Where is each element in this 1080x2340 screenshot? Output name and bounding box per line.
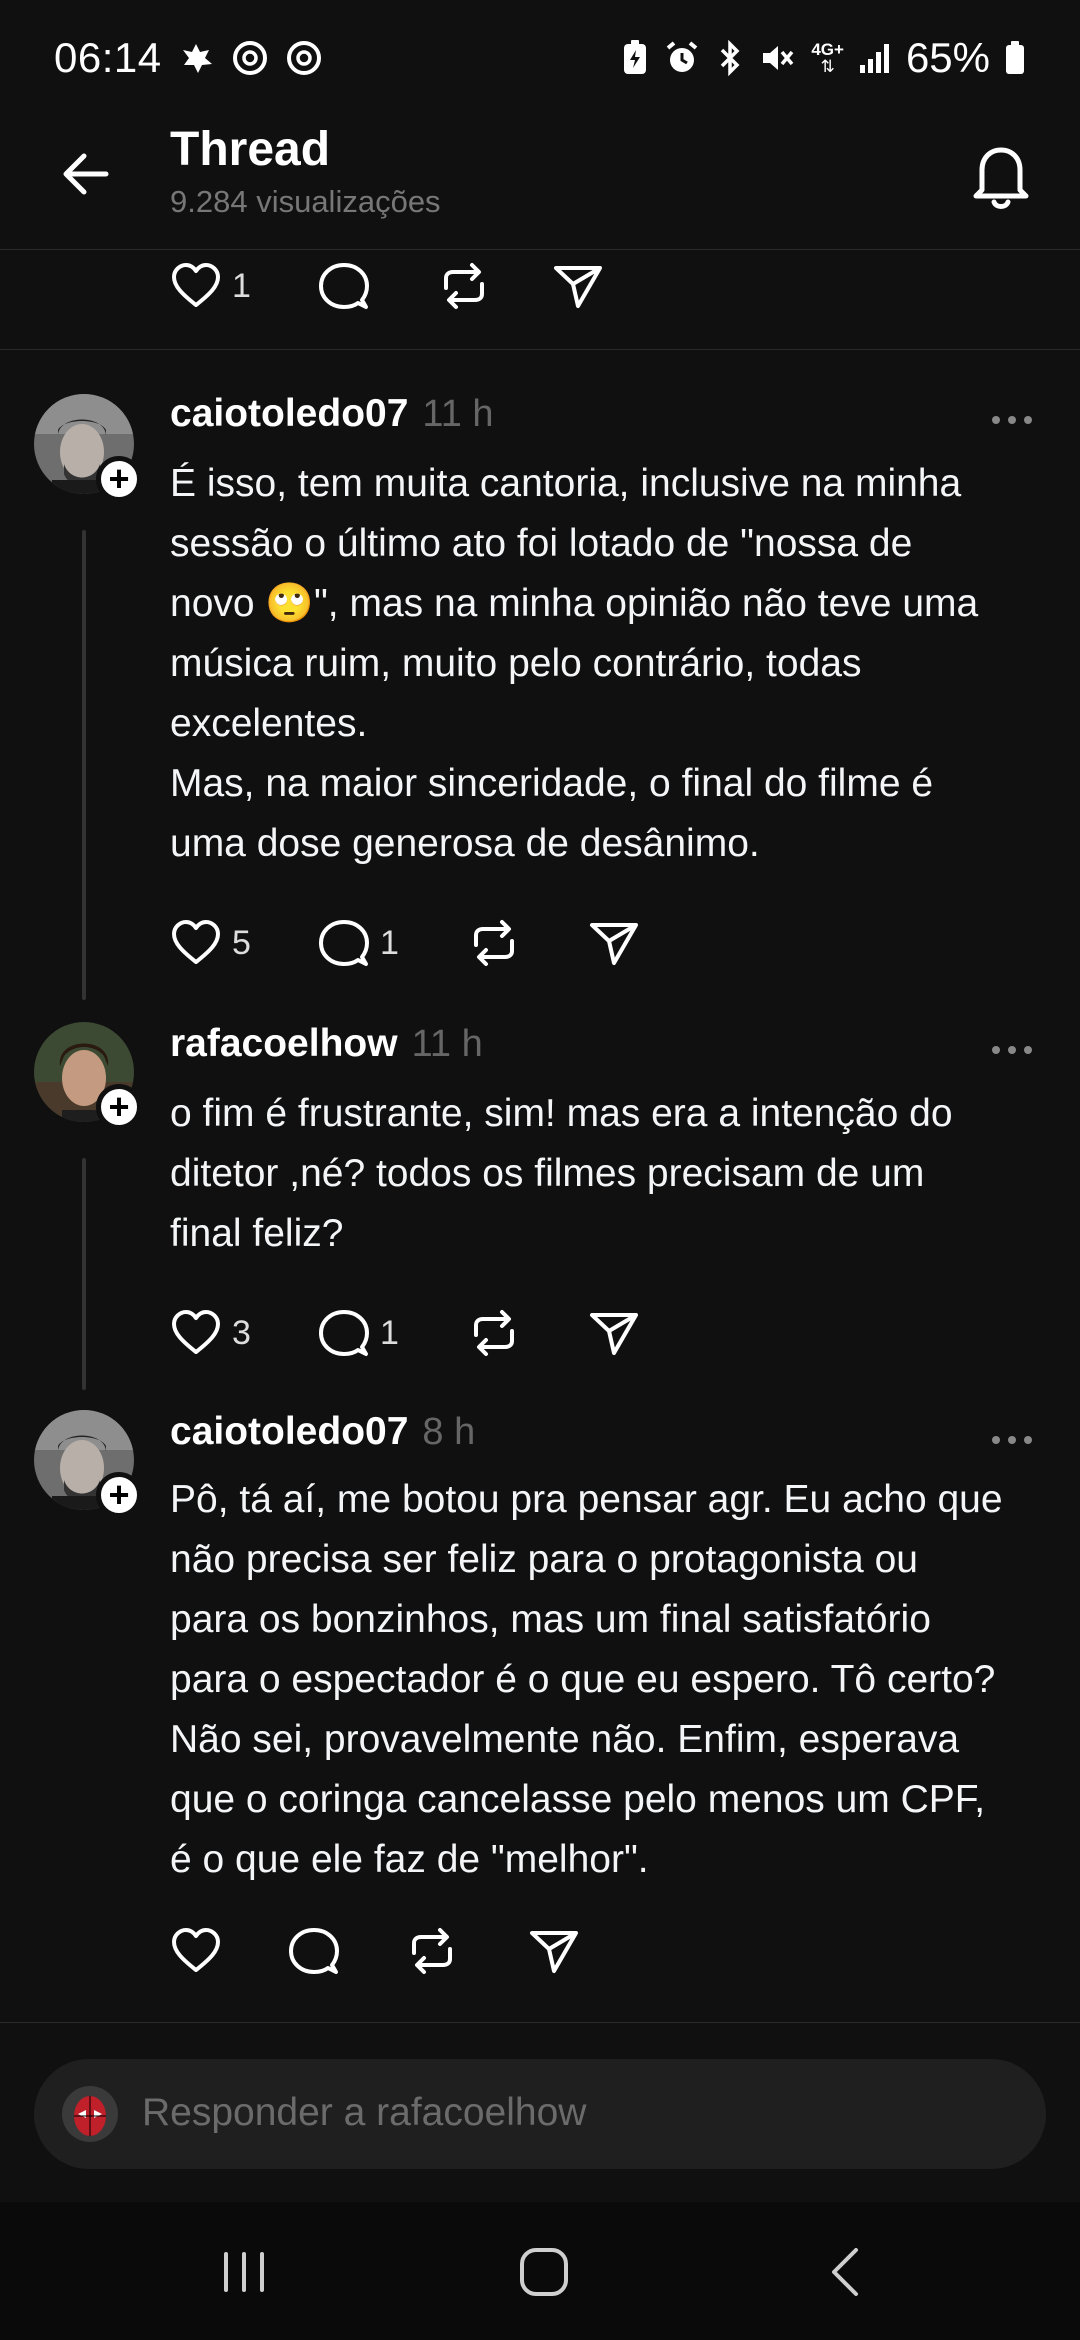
comment-button[interactable] — [288, 1921, 340, 1981]
recent-apps-icon[interactable] — [214, 2242, 274, 2302]
avatar-image — [62, 2086, 118, 2142]
network-type: 4G+ — [811, 40, 844, 59]
send-icon — [590, 1313, 638, 1355]
comment-button[interactable] — [318, 256, 370, 316]
repost-button[interactable] — [468, 1303, 520, 1363]
thread-header: Thread 9.284 visualizações — [0, 116, 1080, 250]
reply-bar: Responder a rafacoelhow — [0, 2022, 1080, 2202]
comment-bubble-icon — [319, 920, 369, 966]
comment-bubble-icon — [319, 263, 369, 309]
share-button[interactable] — [552, 256, 604, 316]
post-text: É isso, tem muita cantoria, inclusive na… — [170, 462, 979, 865]
page-title: Thread — [170, 123, 331, 176]
repost-button[interactable] — [438, 256, 490, 316]
like-button[interactable] — [170, 1921, 222, 1981]
post-text: Pô, tá aí, me botou pra pensar agr. Eu a… — [170, 1478, 1003, 1881]
repost-icon — [474, 920, 514, 966]
follow-plus-icon[interactable]: + — [96, 456, 142, 502]
like-button[interactable]: 3 — [170, 1303, 251, 1363]
more-dots-icon[interactable] — [990, 414, 1034, 426]
status-time: 06:14 — [54, 34, 162, 81]
bluetooth-icon — [721, 39, 740, 77]
thread-line — [82, 1158, 86, 1390]
repost-icon — [474, 1310, 514, 1356]
heart-icon — [172, 1310, 220, 1354]
more-dots-icon[interactable] — [990, 1044, 1034, 1056]
heart-icon — [172, 920, 220, 964]
repost-button[interactable] — [406, 1921, 458, 1981]
repost-icon — [444, 263, 484, 309]
avatar — [62, 2086, 118, 2142]
send-icon — [554, 266, 602, 308]
heart-icon — [172, 263, 220, 307]
views-count: 9.284 visualizações — [170, 184, 441, 219]
thread-line — [82, 530, 86, 1000]
share-button[interactable] — [588, 1303, 640, 1363]
share-button[interactable] — [588, 913, 640, 973]
send-icon — [530, 1931, 578, 1973]
weather-icon — [182, 44, 212, 73]
send-icon — [590, 923, 638, 965]
system-nav-bar — [0, 2202, 1080, 2340]
battery-percentage: 65% — [905, 34, 990, 81]
like-count: 5 — [232, 923, 251, 962]
username[interactable]: caiotoledo07 — [170, 1410, 408, 1454]
comment-bubble-icon — [289, 1928, 339, 1974]
mute-icon — [763, 46, 794, 70]
username[interactable]: caiotoledo07 — [170, 392, 408, 436]
post-time: 11 h — [411, 1023, 483, 1065]
post-time: 8 h — [422, 1411, 476, 1453]
home-icon[interactable] — [512, 2242, 576, 2302]
post-time: 11 h — [422, 393, 494, 435]
more-dots-icon[interactable] — [990, 1434, 1034, 1446]
thread-post: + caiotoledo07 11 h É isso, tem muita ca… — [0, 350, 1080, 1010]
like-button[interactable]: 5 — [170, 913, 251, 973]
comment-count: 1 — [380, 923, 399, 962]
comment-button[interactable]: 1 — [318, 1303, 399, 1363]
reply-placeholder: Responder a rafacoelhow — [142, 2091, 587, 2134]
like-count: 3 — [232, 1313, 251, 1352]
follow-plus-icon[interactable]: + — [96, 1472, 142, 1518]
reply-input[interactable]: Responder a rafacoelhow — [34, 2059, 1046, 2169]
status-bar: 06:14 4G+ ⇅ 65% — [0, 0, 1080, 116]
battery-icon — [1006, 41, 1024, 74]
thread-post: + rafacoelhow 11 h o fim é frustrante, s… — [0, 1010, 1080, 1400]
username[interactable]: rafacoelhow — [170, 1022, 398, 1066]
comment-button[interactable]: 1 — [318, 913, 399, 973]
back-arrow-icon[interactable] — [58, 146, 114, 202]
network-indicator: 4G+ ⇅ — [811, 40, 844, 76]
repost-icon — [412, 1928, 452, 1974]
signal-icon — [859, 44, 889, 73]
like-count: 1 — [232, 266, 251, 305]
alarm-icon — [667, 41, 698, 72]
bell-icon[interactable] — [968, 138, 1034, 214]
comment-bubble-icon — [319, 1310, 369, 1356]
threads-icon — [232, 41, 267, 75]
like-button[interactable]: 1 — [170, 256, 251, 316]
previous-post-actions: 1 — [0, 250, 1080, 350]
back-nav-icon[interactable] — [818, 2242, 878, 2302]
battery-saver-icon — [624, 40, 647, 74]
comment-count: 1 — [380, 1313, 399, 1352]
follow-plus-icon[interactable]: + — [96, 1084, 142, 1130]
repost-button[interactable] — [468, 913, 520, 973]
thread-post: + caiotoledo07 8 h Pô, tá aí, me botou p… — [0, 1400, 1080, 2022]
threads-icon — [286, 41, 321, 75]
post-text: o fim é frustrante, sim! mas era a inten… — [170, 1092, 953, 1255]
heart-icon — [172, 1928, 220, 1972]
share-button[interactable] — [528, 1921, 580, 1981]
